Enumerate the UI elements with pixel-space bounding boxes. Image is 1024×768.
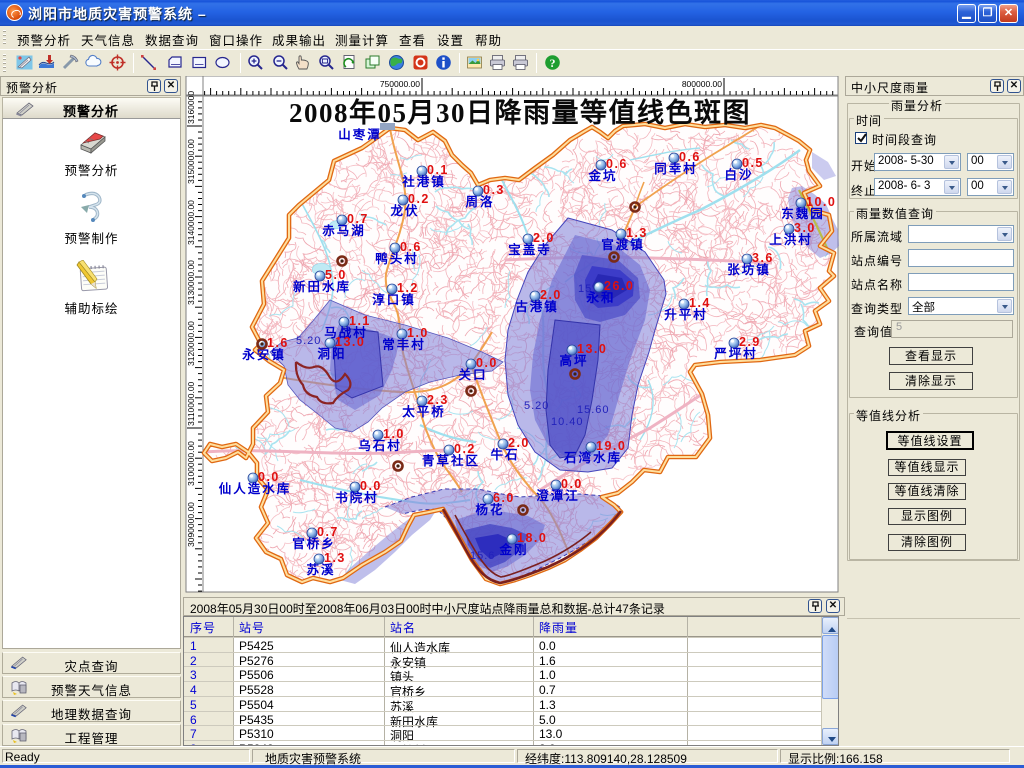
- svg-text:升平村: 升平村: [664, 307, 708, 322]
- svg-text:古港镇: 古港镇: [515, 299, 559, 314]
- svg-text:常丰村: 常丰村: [382, 337, 426, 352]
- svg-text:太平桥: 太平桥: [402, 404, 446, 419]
- svg-text:官渡镇: 官渡镇: [601, 237, 645, 252]
- svg-text:?: ?: [550, 56, 556, 70]
- svg-text:宝盖寺: 宝盖寺: [508, 242, 552, 257]
- svg-text:5.20: 5.20: [296, 335, 321, 347]
- svg-text:3130000.00: 3130000.00: [186, 260, 196, 305]
- svg-text:社港镇: 社港镇: [401, 174, 446, 189]
- svg-text:山枣潭: 山枣潭: [338, 127, 382, 142]
- svg-text:3110000.00: 3110000.00: [186, 381, 196, 426]
- svg-text:杨花: 杨花: [475, 502, 504, 517]
- svg-text:800000.00: 800000.00: [682, 79, 722, 89]
- svg-text:上洪村: 上洪村: [769, 232, 813, 247]
- svg-text:仙人造水库: 仙人造水库: [219, 481, 292, 496]
- svg-text:3150000.00: 3150000.00: [186, 139, 196, 184]
- svg-text:金坑: 金坑: [587, 168, 617, 183]
- svg-text:15.60: 15.60: [577, 404, 610, 416]
- svg-text:金刚: 金刚: [498, 542, 528, 557]
- svg-text:淳口镇: 淳口镇: [372, 292, 416, 307]
- svg-text:3100000.00: 3100000.00: [186, 441, 196, 486]
- svg-text:龙伏: 龙伏: [389, 203, 419, 218]
- svg-text:牛石: 牛石: [490, 447, 519, 462]
- svg-text:官桥乡: 官桥乡: [292, 536, 336, 551]
- svg-text:3160000: 3160000: [186, 91, 196, 124]
- svg-text:永和: 永和: [585, 290, 615, 305]
- svg-text:5.20: 5.20: [524, 400, 549, 412]
- svg-text:乌石村: 乌石村: [358, 438, 402, 453]
- svg-text:15.6: 15.6: [470, 550, 495, 562]
- svg-text:3140000.00: 3140000.00: [186, 200, 196, 245]
- svg-text:张坊镇: 张坊镇: [727, 262, 771, 277]
- svg-text:2008年05月30日降雨量等值线色斑图: 2008年05月30日降雨量等值线色斑图: [289, 97, 751, 128]
- svg-text:关口: 关口: [458, 367, 487, 382]
- svg-text:苏溪: 苏溪: [306, 562, 335, 577]
- svg-text:书院村: 书院村: [335, 490, 379, 505]
- svg-text:白沙: 白沙: [724, 167, 753, 182]
- svg-text:鸭头村: 鸭头村: [375, 251, 419, 266]
- svg-text:石湾水库: 石湾水库: [563, 450, 622, 465]
- svg-text:高坪: 高坪: [559, 353, 588, 368]
- svg-text:10.40: 10.40: [551, 416, 584, 428]
- svg-text:赤马湖: 赤马湖: [322, 223, 366, 238]
- svg-text:东魏园: 东魏园: [781, 206, 825, 221]
- svg-text:澄潭江: 澄潭江: [536, 488, 580, 503]
- svg-text:严坪村: 严坪村: [713, 346, 758, 361]
- svg-text:洞阳: 洞阳: [317, 346, 346, 361]
- svg-text:同幸村: 同幸村: [654, 161, 698, 176]
- svg-text:新田水库: 新田水库: [293, 279, 351, 294]
- svg-text:3090000.00: 3090000.00: [186, 502, 196, 547]
- svg-text:750000.00: 750000.00: [380, 79, 420, 89]
- svg-text:青草社区: 青草社区: [422, 453, 480, 468]
- svg-text:周洛: 周洛: [465, 194, 494, 209]
- svg-text:3120000.00: 3120000.00: [186, 321, 196, 366]
